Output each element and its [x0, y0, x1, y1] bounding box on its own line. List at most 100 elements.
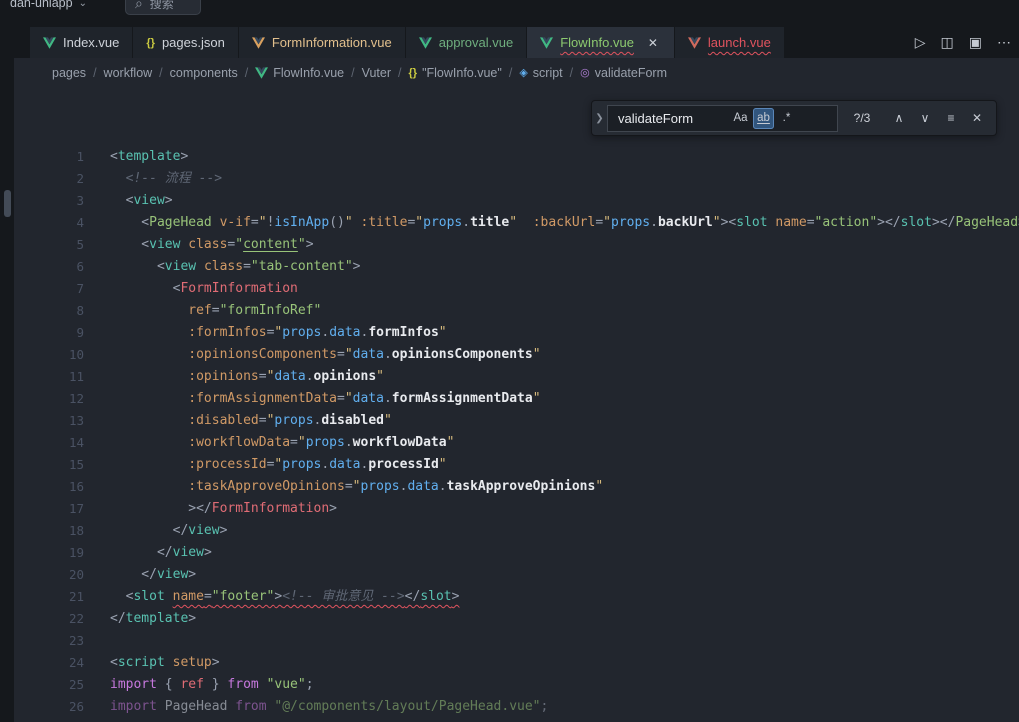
activity-bar-item[interactable] [4, 190, 11, 217]
code-line-20[interactable]: 20 </view> [14, 564, 1019, 586]
run-button[interactable]: ▷ [915, 34, 926, 51]
code-line-14[interactable]: 14 :workflowData="props.workflowData" [14, 432, 1019, 454]
close-tab-icon[interactable]: ✕ [645, 36, 661, 50]
code-line-15[interactable]: 15 :processId="props.data.processId" [14, 454, 1019, 476]
code-line-9[interactable]: 9 :formInfos="props.data.formInfos" [14, 322, 1019, 344]
code-line-18[interactable]: 18 </view> [14, 520, 1019, 542]
breadcrumb-item-pages[interactable]: pages [52, 66, 86, 80]
line-number: 12 [14, 388, 102, 410]
code-line-23[interactable]: 23 [14, 630, 1019, 652]
code-line-3[interactable]: 3 <view> [14, 190, 1019, 212]
code-token: formAssignmentData [392, 391, 533, 406]
code-token: " [298, 237, 306, 252]
code-line-24[interactable]: 24<script setup> [14, 652, 1019, 674]
code-token: " [415, 215, 423, 230]
tabs: Index.vue{}pages.jsonFormInformation.vue… [30, 27, 785, 58]
code-line-12[interactable]: 12 :formAssignmentData="data.formAssignm… [14, 388, 1019, 410]
breadcrumb-item-workflow[interactable]: workflow [104, 66, 153, 80]
search-label: 搜索 [150, 0, 174, 12]
code-token: view [173, 545, 204, 560]
code-line-7[interactable]: 7 <FormInformation [14, 278, 1019, 300]
code-token: :opinions [188, 369, 258, 384]
close-find-button[interactable]: ✕ [969, 111, 985, 125]
line-number: 23 [14, 630, 102, 652]
code-line-17[interactable]: 17 ></FormInformation> [14, 498, 1019, 520]
vue-file-icon [43, 37, 56, 49]
code-token: view [165, 259, 196, 274]
code-line-16[interactable]: 16 :taskApproveOpinions="props.data.task… [14, 476, 1019, 498]
code-line-5[interactable]: 5 <view class="content"> [14, 234, 1019, 256]
code-token: } [204, 677, 227, 692]
whole-word-button[interactable]: ab [753, 108, 774, 129]
previous-match-button[interactable]: ∧ [891, 111, 907, 125]
next-match-button[interactable]: ∨ [917, 111, 933, 125]
code-token: view [188, 523, 219, 538]
code-line-25[interactable]: 25import { ref } from "vue"; [14, 674, 1019, 696]
code-token: > [306, 237, 314, 252]
split-editor-button[interactable]: ◫ [941, 34, 954, 51]
code-token: data [407, 479, 438, 494]
tab-approval.vue[interactable]: approval.vue [406, 27, 527, 58]
code-line-21[interactable]: 21 <slot name="footer"><!-- 审批意见 --></sl… [14, 586, 1019, 608]
breadcrumb-item-validateForm[interactable]: ◎validateForm [580, 66, 667, 80]
code-token: disabled [321, 413, 384, 428]
regex-button[interactable]: .* [776, 108, 797, 129]
line-number: 8 [14, 300, 102, 322]
code-token: </ [110, 545, 173, 560]
line-number: 3 [14, 190, 102, 212]
code-line-22[interactable]: 22</template> [14, 608, 1019, 630]
code-token: formInfos [368, 325, 438, 340]
code-token: > [212, 655, 220, 670]
breadcrumb-item-Vuter[interactable]: Vuter [362, 66, 391, 80]
code-editor[interactable]: ❯ Aa ab .* ?/3 ∧ ∨ ≡ ✕ 1<template>2 <!--… [14, 88, 1019, 722]
code-token: "vue" [267, 677, 306, 692]
breadcrumb-item-FlowInfo.vue[interactable]: FlowInfo.vue [255, 66, 344, 80]
find-collapse-toggle[interactable]: ❯ [592, 101, 607, 135]
main-area: Index.vue{}pages.jsonFormInformation.vue… [0, 18, 1019, 722]
find-in-selection-button[interactable]: ≡ [943, 111, 959, 125]
code-line-8[interactable]: 8 ref="formInfoRef" [14, 300, 1019, 322]
find-input[interactable] [616, 110, 728, 127]
layout-button[interactable]: ▣ [969, 34, 982, 51]
code-token: slot [133, 589, 164, 604]
line-number: 26 [14, 696, 102, 718]
tab-launch.vue[interactable]: launch.vue [675, 27, 785, 58]
code-token: opinionsComponents [392, 347, 533, 362]
code-line-4[interactable]: 4 <PageHead v-if="!isInApp()" :title="pr… [14, 212, 1019, 234]
match-case-button[interactable]: Aa [730, 108, 751, 129]
code-token: PageHead [165, 699, 228, 714]
code-token: slot [901, 215, 932, 230]
tab-Index.vue[interactable]: Index.vue [30, 27, 133, 58]
vue-file-icon [540, 37, 553, 49]
code-text: <view class="content"> [102, 234, 314, 256]
code-line-1[interactable]: 1<template> [14, 146, 1019, 168]
code-line-13[interactable]: 13 :disabled="props.disabled" [14, 410, 1019, 432]
code-line-19[interactable]: 19 </view> [14, 542, 1019, 564]
code-line-10[interactable]: 10 :opinionsComponents="data.opinionsCom… [14, 344, 1019, 366]
symbol-method-icon: ◎ [580, 68, 590, 79]
code-line-26[interactable]: 26import PageHead from "@/components/lay… [14, 696, 1019, 718]
code-text: </view> [102, 542, 212, 564]
breadcrumb-item-FlowInfo.vue[interactable]: {}"FlowInfo.vue" [409, 66, 502, 80]
code-token: from [235, 699, 266, 714]
breadcrumb-item-script[interactable]: ◈script [519, 66, 562, 80]
code-token [110, 171, 126, 186]
code-line-11[interactable]: 11 :opinions="data.opinions" [14, 366, 1019, 388]
line-number: 1 [14, 146, 102, 168]
code-line-2[interactable]: 2 <!-- 流程 --> [14, 168, 1019, 190]
tab-pages.json[interactable]: {}pages.json [133, 27, 238, 58]
more-actions-button[interactable]: ⋯ [997, 34, 1011, 51]
editor-actions: ▷ ◫ ▣ ⋯ [915, 27, 1019, 58]
tab-FormInformation.vue[interactable]: FormInformation.vue [239, 27, 406, 58]
app-menu[interactable]: dan-uniapp ⌄ [4, 0, 93, 12]
code-token: < [110, 215, 149, 230]
code-token: " [447, 435, 455, 450]
breadcrumb-item-components[interactable]: components [170, 66, 238, 80]
json-file-icon: {} [146, 37, 155, 49]
vue-file-icon [255, 67, 268, 79]
command-center-search[interactable]: ⌕ 搜索 [125, 0, 201, 15]
tab-FlowInfo.vue[interactable]: FlowInfo.vue✕ [527, 27, 675, 58]
code-token: <!-- 审批意见 --> [282, 589, 404, 604]
code-line-6[interactable]: 6 <view class="tab-content"> [14, 256, 1019, 278]
code-token: data [329, 457, 360, 472]
